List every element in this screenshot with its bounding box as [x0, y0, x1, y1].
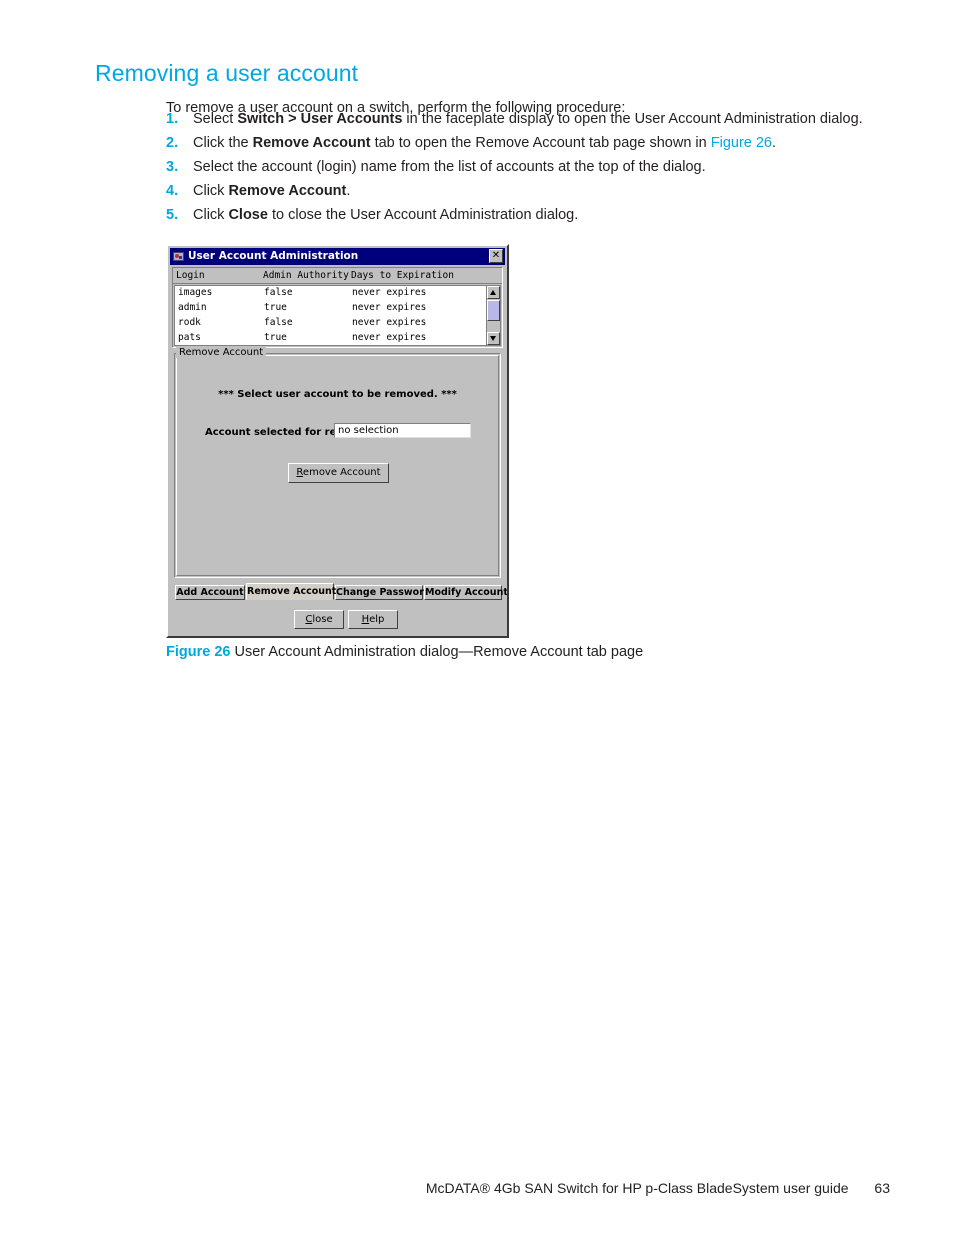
figure-caption: Figure 26 User Account Administration di…: [166, 644, 643, 660]
dialog-titlebar: User Account Administration ✕: [170, 248, 505, 265]
emphasis-text: Switch > User Accounts: [237, 111, 403, 127]
emphasis-text: Close: [228, 207, 268, 223]
close-icon[interactable]: ✕: [489, 249, 503, 263]
procedure-step: 1. Select Switch > User Accounts in the f…: [166, 111, 906, 135]
page-number: 63: [874, 1180, 890, 1196]
plain-text: to close the User Account Administration…: [267, 207, 579, 223]
accounts-table-header: Login Admin Authority Days to Expiration: [173, 268, 502, 284]
procedure-step: 3. Select the account (login) name from t…: [166, 159, 906, 183]
emphasis-text: Remove Account: [228, 183, 347, 199]
step-text: Select Switch > User Accounts in the fac…: [193, 111, 863, 127]
footer-title: McDATA® 4Gb SAN Switch for HP p-Class Bl…: [425, 1180, 849, 1196]
tab-add-account[interactable]: Add Account: [175, 585, 245, 600]
table-row[interactable]: pats true never expires: [175, 331, 487, 345]
procedure-step: 2. Click the Remove Account tab to open t…: [166, 135, 906, 159]
plain-text: in the faceplate display to open the Use…: [402, 111, 863, 127]
dialog-title: User Account Administration: [188, 250, 359, 263]
page-title: Removing a user account: [95, 60, 359, 87]
plain-text: .: [346, 183, 351, 199]
dialog-tabstrip: Add Account Remove Account Change Password…: [172, 583, 507, 600]
cell-admin-authority: true: [264, 332, 287, 343]
step-text: Select the account (login) name from the…: [193, 159, 706, 175]
table-row[interactable]: images false never expires: [175, 286, 487, 301]
close-button[interactable]: Close: [294, 610, 344, 629]
plain-text: Select: [193, 111, 238, 127]
step-text: Click Close to close the User Account Ad…: [193, 207, 578, 223]
procedure-step: 4. Click Remove Account.: [166, 183, 906, 207]
page-footer: McDATA® 4Gb SAN Switch for HP p-Class Bl…: [0, 1180, 890, 1196]
help-button-mnemonic: H: [361, 614, 370, 625]
app-window-icon: [172, 250, 185, 263]
cell-admin-authority: true: [264, 302, 287, 313]
account-selected-field: no selection: [334, 423, 471, 438]
remove-account-button-label: emove Account: [302, 467, 381, 478]
user-account-administration-dialog: User Account Administration ✕ Login Admi…: [166, 244, 509, 638]
plain-text: Click the: [193, 135, 253, 151]
remove-account-message: *** Select user account to be removed. *…: [218, 389, 457, 400]
cell-days-to-expiration: never expires: [352, 302, 427, 313]
tab-change-password[interactable]: Change Password: [335, 585, 431, 600]
plain-text: Click: [193, 183, 229, 199]
cell-login: rodk: [178, 317, 201, 328]
figure-cross-reference[interactable]: Figure 26: [711, 135, 772, 151]
cell-login: admin: [178, 302, 207, 313]
step-text: Click Remove Account.: [193, 183, 350, 199]
cell-days-to-expiration: never expires: [352, 287, 427, 298]
plain-text: tab to open the Remove Account tab page …: [370, 135, 711, 151]
plain-text: Select the account (login) name from the…: [193, 159, 706, 175]
figure-caption-text: User Account Administration dialog—Remov…: [234, 644, 644, 660]
remove-account-button[interactable]: Remove Account: [288, 463, 389, 483]
cell-login: images: [178, 287, 213, 298]
accounts-table-body[interactable]: images false never expires admin true never e…: [174, 285, 487, 346]
plain-text: .: [772, 135, 777, 151]
table-row[interactable]: admin true never expires: [175, 301, 487, 316]
cell-admin-authority: false: [264, 287, 293, 298]
accounts-table: Login Admin Authority Days to Expiration…: [172, 267, 503, 348]
step-number: 1.: [166, 111, 179, 127]
scroll-down-icon[interactable]: [487, 332, 500, 345]
step-number: 4.: [166, 183, 179, 199]
procedure-steps: 1. Select Switch > User Accounts in the f…: [166, 111, 906, 231]
figure-label: Figure 26: [166, 644, 231, 660]
column-header-admin-authority: Admin Authority: [263, 270, 349, 281]
tab-modify-account[interactable]: Modify Account: [424, 585, 507, 600]
step-number: 3.: [166, 159, 179, 175]
accounts-table-scrollbar[interactable]: [486, 285, 501, 346]
step-text: Click the Remove Account tab to open the…: [193, 135, 776, 151]
cell-days-to-expiration: never expires: [352, 317, 427, 328]
help-button-label: elp: [369, 614, 385, 625]
account-selected-value: no selection: [338, 425, 399, 436]
emphasis-text: Remove Account: [252, 135, 371, 151]
cell-login: pats: [178, 332, 201, 343]
plain-text: Click: [193, 207, 229, 223]
scrollbar-thumb[interactable]: [487, 300, 500, 321]
help-button[interactable]: Help: [348, 610, 398, 629]
step-number: 5.: [166, 207, 179, 223]
table-row[interactable]: rodk false never expires: [175, 316, 487, 331]
column-header-days-to-expiration: Days to Expiration: [351, 270, 454, 281]
procedure-step: 5. Click Close to close the User Account …: [166, 207, 906, 231]
close-button-label: lose: [312, 614, 333, 625]
column-header-login: Login: [176, 270, 205, 281]
tab-remove-account[interactable]: Remove Account: [246, 583, 336, 600]
remove-account-group-title: Remove Account: [176, 347, 267, 358]
step-number: 2.: [166, 135, 179, 151]
cell-admin-authority: false: [264, 317, 293, 328]
cell-days-to-expiration: never expires: [352, 332, 427, 343]
scroll-up-icon[interactable]: [487, 286, 500, 299]
